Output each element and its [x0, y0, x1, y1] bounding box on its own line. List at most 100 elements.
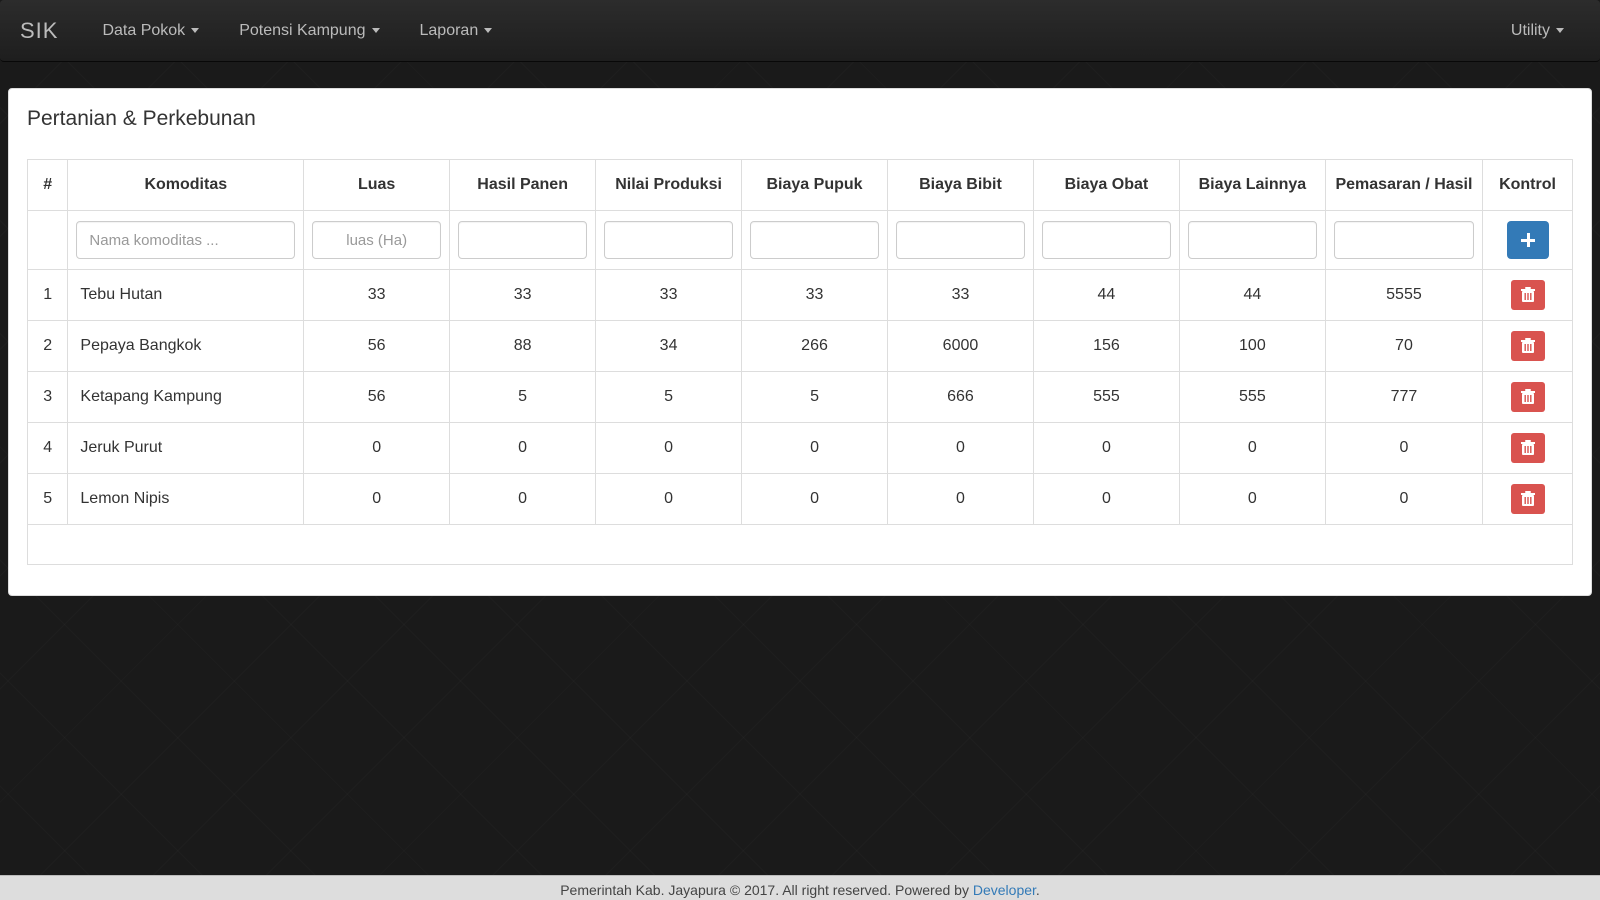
- hasil-panen-input[interactable]: [458, 221, 587, 259]
- cell-komoditas: Tebu Hutan: [68, 270, 304, 321]
- col-idx: #: [28, 160, 68, 211]
- cell-luas: 0: [304, 474, 450, 525]
- cell-biaya-pupuk: 33: [742, 270, 888, 321]
- cell-pemasaran: 70: [1325, 321, 1482, 372]
- cell-pemasaran: 5555: [1325, 270, 1482, 321]
- delete-row-button[interactable]: [1511, 484, 1545, 514]
- cell-pemasaran: 0: [1325, 423, 1482, 474]
- caret-down-icon: [484, 28, 492, 33]
- input-idx-cell: [28, 211, 68, 270]
- nav-item-label: Data Pokok: [102, 22, 185, 40]
- footer-text-suffix: .: [1036, 882, 1040, 898]
- biaya-obat-input[interactable]: [1042, 221, 1171, 259]
- cell-hasil-panen: 88: [450, 321, 596, 372]
- cell-hasil-panen: 0: [450, 474, 596, 525]
- biaya-lainnya-input[interactable]: [1188, 221, 1317, 259]
- cell-biaya-bibit: 0: [888, 423, 1034, 474]
- cell-kontrol: [1483, 474, 1573, 525]
- plus-icon: [1521, 233, 1535, 247]
- trash-icon: [1521, 389, 1535, 405]
- cell-komoditas: Lemon Nipis: [68, 474, 304, 525]
- trash-icon: [1521, 287, 1535, 303]
- delete-row-button[interactable]: [1511, 331, 1545, 361]
- cell-biaya-obat: 156: [1033, 321, 1179, 372]
- cell-biaya-obat: 44: [1033, 270, 1179, 321]
- brand[interactable]: SIK: [20, 18, 58, 44]
- biaya-bibit-input[interactable]: [896, 221, 1025, 259]
- trash-icon: [1521, 338, 1535, 354]
- cell-pemasaran: 777: [1325, 372, 1482, 423]
- row-idx: 2: [28, 321, 68, 372]
- table-row: 2Pepaya Bangkok568834266600015610070: [28, 321, 1573, 372]
- cell-biaya-pupuk: 0: [742, 474, 888, 525]
- cell-luas: 0: [304, 423, 450, 474]
- table-header-row: # Komoditas Luas Hasil Panen Nilai Produ…: [28, 160, 1573, 211]
- nav-item-data-pokok[interactable]: Data Pokok: [86, 12, 215, 50]
- col-biaya-bibit: Biaya Bibit: [888, 160, 1034, 211]
- table-row: 1Tebu Hutan333333333344445555: [28, 270, 1573, 321]
- table-input-row: [28, 211, 1573, 270]
- navbar: SIK Data Pokok Potensi Kampung Laporan U…: [0, 0, 1600, 62]
- caret-down-icon: [372, 28, 380, 33]
- cell-biaya-obat: 555: [1033, 372, 1179, 423]
- cell-kontrol: [1483, 270, 1573, 321]
- cell-biaya-pupuk: 0: [742, 423, 888, 474]
- page-wrap: Pertanian & Perkebunan # Komoditas: [0, 62, 1600, 875]
- delete-row-button[interactable]: [1511, 433, 1545, 463]
- cell-biaya-lainnya: 0: [1179, 423, 1325, 474]
- col-komoditas: Komoditas: [68, 160, 304, 211]
- cell-luas: 56: [304, 321, 450, 372]
- delete-row-button[interactable]: [1511, 280, 1545, 310]
- trash-icon: [1521, 491, 1535, 507]
- page-title: Pertanian & Perkebunan: [27, 107, 1573, 131]
- trash-icon: [1521, 440, 1535, 456]
- cell-kontrol: [1483, 423, 1573, 474]
- footer-developer-link[interactable]: Developer: [973, 882, 1036, 898]
- cell-nilai-produksi: 33: [596, 270, 742, 321]
- cell-kontrol: [1483, 372, 1573, 423]
- cell-luas: 33: [304, 270, 450, 321]
- row-idx: 3: [28, 372, 68, 423]
- cell-kontrol: [1483, 321, 1573, 372]
- col-nilai-produksi: Nilai Produksi: [596, 160, 742, 211]
- cell-biaya-obat: 0: [1033, 423, 1179, 474]
- nav-item-label: Potensi Kampung: [239, 22, 365, 40]
- col-biaya-lainnya: Biaya Lainnya: [1179, 160, 1325, 211]
- add-row-button[interactable]: [1507, 221, 1549, 259]
- table-row: 5Lemon Nipis00000000: [28, 474, 1573, 525]
- row-idx: 4: [28, 423, 68, 474]
- data-table: # Komoditas Luas Hasil Panen Nilai Produ…: [27, 159, 1573, 565]
- cell-nilai-produksi: 5: [596, 372, 742, 423]
- delete-row-button[interactable]: [1511, 382, 1545, 412]
- luas-input[interactable]: [312, 221, 441, 259]
- nav-item-laporan[interactable]: Laporan: [404, 12, 509, 50]
- cell-komoditas: Pepaya Bangkok: [68, 321, 304, 372]
- cell-komoditas: Ketapang Kampung: [68, 372, 304, 423]
- cell-biaya-lainnya: 44: [1179, 270, 1325, 321]
- footer-text-prefix: Pemerintah Kab. Jayapura © 2017. All rig…: [560, 882, 973, 898]
- komoditas-input[interactable]: [76, 221, 295, 259]
- pemasaran-input[interactable]: [1334, 221, 1474, 259]
- cell-nilai-produksi: 34: [596, 321, 742, 372]
- row-idx: 1: [28, 270, 68, 321]
- biaya-pupuk-input[interactable]: [750, 221, 879, 259]
- cell-biaya-bibit: 6000: [888, 321, 1034, 372]
- cell-biaya-bibit: 666: [888, 372, 1034, 423]
- nav-item-label: Laporan: [420, 22, 479, 40]
- cell-luas: 56: [304, 372, 450, 423]
- nav-item-potensi-kampung[interactable]: Potensi Kampung: [223, 12, 395, 50]
- table-row: 4Jeruk Purut00000000: [28, 423, 1573, 474]
- cell-biaya-bibit: 33: [888, 270, 1034, 321]
- nav-item-label: Utility: [1511, 22, 1550, 40]
- cell-nilai-produksi: 0: [596, 474, 742, 525]
- cell-hasil-panen: 5: [450, 372, 596, 423]
- nav-item-utility[interactable]: Utility: [1495, 12, 1580, 50]
- nav-right: Utility: [1495, 12, 1580, 50]
- col-biaya-pupuk: Biaya Pupuk: [742, 160, 888, 211]
- cell-biaya-bibit: 0: [888, 474, 1034, 525]
- nilai-produksi-input[interactable]: [604, 221, 733, 259]
- cell-biaya-pupuk: 266: [742, 321, 888, 372]
- cell-biaya-lainnya: 555: [1179, 372, 1325, 423]
- caret-down-icon: [191, 28, 199, 33]
- cell-biaya-lainnya: 100: [1179, 321, 1325, 372]
